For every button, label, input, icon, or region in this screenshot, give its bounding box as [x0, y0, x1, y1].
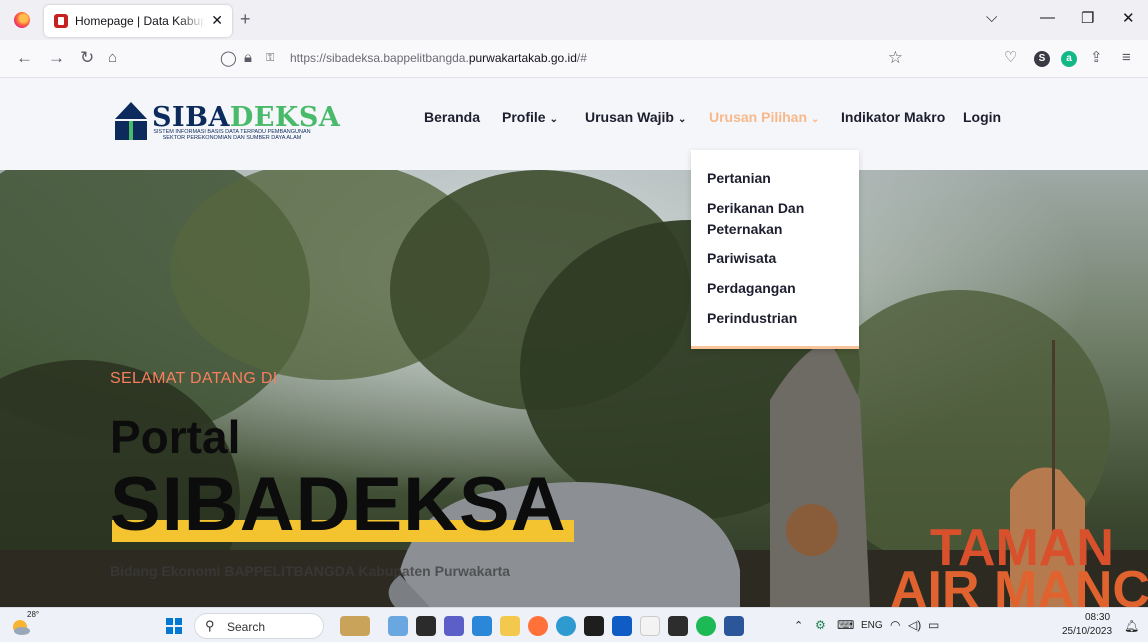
weather-temperature: 28° — [27, 610, 40, 619]
dropdown-item-pariwisata[interactable]: Pariwisata — [707, 248, 847, 269]
list-all-tabs-icon[interactable]: ⌵ — [986, 9, 997, 26]
url-bar[interactable]: ◯ 🔒︎ ⚿ https://sibadeksa.bappelitbangda.… — [206, 46, 911, 72]
task-view-icon[interactable] — [416, 616, 436, 636]
app-icon[interactable] — [668, 616, 688, 636]
restore-button[interactable]: ❐ — [1081, 9, 1094, 27]
home-icon[interactable]: ⌂ — [108, 48, 117, 68]
share-icon[interactable]: ⇪ — [1090, 48, 1103, 68]
hero-tagline: Bidang Ekonomi BAPPELITBANGDA Kabupaten … — [110, 563, 511, 579]
clock-time[interactable]: 08:30 — [1085, 612, 1110, 623]
chevron-down-icon: ⌄ — [677, 114, 687, 125]
hero-banner: TAMAN AIR MANCUR SELAMAT DATANG DI Porta… — [0, 170, 1148, 607]
nav-profile[interactable]: Profile ⌄ — [502, 109, 558, 125]
spotify-icon[interactable] — [696, 616, 716, 636]
dropdown-item-perindustrian[interactable]: Perindustrian — [707, 308, 847, 329]
keyboard-icon[interactable]: ⌨ — [837, 618, 854, 632]
battery-icon[interactable]: ▭ — [928, 618, 939, 632]
chevron-down-icon: ⌄ — [549, 114, 558, 125]
dropdown-item-perikanan[interactable]: Perikanan Dan Peternakan — [707, 198, 847, 240]
site-header: SIBADEKSA SISTEM INFORMASI BASIS DATA TE… — [0, 78, 1148, 170]
nav-urusan-wajib[interactable]: Urusan Wajib ⌄ — [585, 109, 686, 125]
new-tab-button[interactable]: + — [240, 9, 251, 30]
nav-indikator-makro[interactable]: Indikator Makro — [841, 109, 945, 125]
urusan-pilihan-dropdown: Pertanian Perikanan Dan Peternakan Pariw… — [691, 150, 859, 349]
svg-text:AIR MANCUR: AIR MANCUR — [890, 561, 1148, 607]
hero-title-line2: SIBADEKSA — [110, 462, 567, 547]
amazon-icon[interactable] — [640, 616, 660, 636]
todo-app-icon[interactable] — [472, 616, 492, 636]
dropbox-icon[interactable] — [584, 616, 604, 636]
dropdown-item-pertanian[interactable]: Pertanian — [707, 168, 847, 189]
tab-close-icon[interactable]: ✕ — [211, 12, 223, 29]
menu-icon[interactable]: ≡ — [1122, 48, 1131, 68]
tray-app-icon[interactable]: ⚙ — [815, 618, 826, 632]
lock-icon[interactable]: 🔒︎ — [244, 49, 252, 66]
tracking-shield-icon[interactable]: ◯ — [220, 49, 237, 67]
web-page: SIBADEKSA SISTEM INFORMASI BASIS DATA TE… — [0, 78, 1148, 607]
firefox-taskbar-icon[interactable] — [528, 616, 548, 636]
nav-login[interactable]: Login — [963, 109, 1001, 125]
clock-date[interactable]: 25/10/2023 — [1062, 626, 1112, 637]
nav-beranda[interactable]: Beranda — [424, 109, 480, 125]
volume-icon[interactable]: ◁) — [908, 618, 921, 632]
tab-title: Homepage | Data Kabupaten Purwakarta — [75, 14, 205, 28]
taskbar-search-label: Search — [227, 620, 266, 634]
firefox-icon[interactable] — [14, 12, 30, 28]
store-icon[interactable] — [612, 616, 632, 636]
tray-overflow-icon[interactable]: ⌃ — [794, 619, 803, 632]
pocket-icon[interactable]: ♡ — [1004, 48, 1017, 68]
chevron-down-icon: ⌄ — [811, 114, 820, 125]
back-icon[interactable]: ← — [16, 48, 33, 68]
extension-a-icon[interactable]: a — [1061, 51, 1077, 67]
browser-tab-bar: Homepage | Data Kabupaten Purwakarta ✕ +… — [0, 0, 1148, 40]
minimize-button[interactable]: — — [1040, 9, 1055, 26]
dropdown-item-perdagangan[interactable]: Perdagangan — [707, 278, 847, 299]
window-close-button[interactable]: ✕ — [1122, 9, 1135, 27]
start-icon[interactable] — [166, 618, 182, 634]
extension-s-icon[interactable]: S — [1034, 51, 1050, 67]
reload-icon[interactable]: ↻ — [80, 48, 94, 68]
welcome-text: SELAMAT DATANG DI — [110, 370, 278, 387]
permissions-icon[interactable]: ⚿ — [266, 52, 274, 65]
file-explorer-icon[interactable] — [500, 616, 520, 636]
language-indicator[interactable]: ENG — [861, 620, 883, 631]
url-text[interactable]: https://sibadeksa.bappelitbangda.purwaka… — [290, 51, 587, 65]
notification-bell-icon[interactable]: 🔔︎ — [1124, 619, 1139, 633]
logo-subtitle: SISTEM INFORMASI BASIS DATA TERPADU PEMB… — [153, 129, 311, 141]
taskbar-widget-image[interactable] — [340, 616, 370, 636]
nav-urusan-pilihan[interactable]: Urusan Pilihan ⌄ — [709, 109, 819, 125]
search-icon: ⚲ — [205, 618, 215, 633]
bookmark-star-icon[interactable]: ☆ — [888, 48, 903, 68]
wifi-icon[interactable]: ◠ — [890, 618, 900, 632]
forward-icon[interactable]: → — [48, 48, 65, 68]
windows-taskbar: 28° ⚲ Search ⌃ ⚙ ⌨ ENG ◠ ◁) ▭ 08:30 25/1… — [0, 607, 1148, 642]
favicon-icon — [54, 14, 68, 28]
taskbar-app-icon[interactable] — [388, 616, 408, 636]
chat-app-icon[interactable] — [444, 616, 464, 636]
hero-title-line1: Portal — [110, 411, 241, 463]
edge-icon[interactable] — [556, 616, 576, 636]
word-icon[interactable] — [724, 616, 744, 636]
taskbar-search[interactable]: ⚲ Search — [194, 613, 324, 639]
browser-navigation-bar: ← → ↻ ⌂ ◯ 🔒︎ ⚿ https://sibadeksa.bappeli… — [0, 40, 1148, 78]
browser-tab[interactable]: Homepage | Data Kabupaten Purwakarta ✕ — [44, 5, 232, 37]
logo-icon[interactable] — [112, 100, 150, 142]
